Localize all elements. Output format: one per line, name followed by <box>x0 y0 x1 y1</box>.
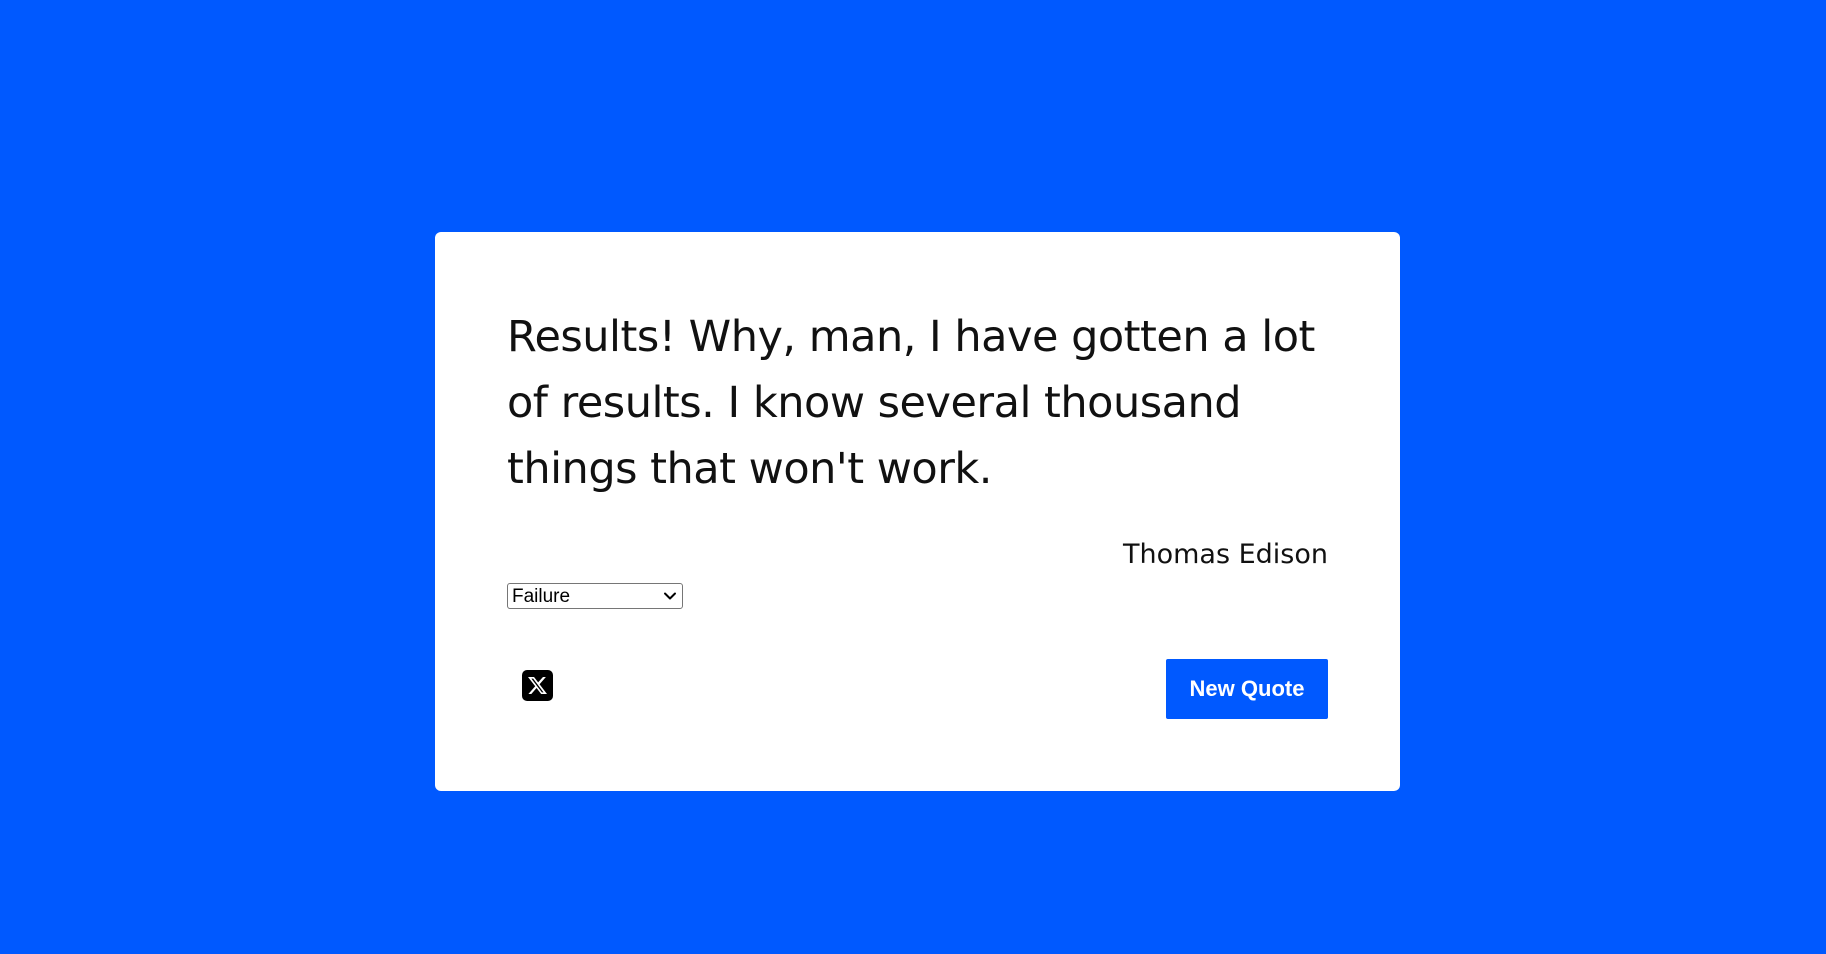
page-background: Results! Why, man, I have gotten a lot o… <box>0 0 1826 954</box>
x-logo-icon <box>528 676 547 695</box>
quote-text: Results! Why, man, I have gotten a lot o… <box>507 312 1315 494</box>
category-select[interactable]: Failure <box>507 583 683 609</box>
quote-author: Thomas Edison <box>1122 539 1328 570</box>
category-select-wrapper[interactable]: Failure <box>507 583 683 609</box>
tweet-quote-button[interactable] <box>522 670 553 701</box>
quote-card: Results! Why, man, I have gotten a lot o… <box>435 232 1400 791</box>
new-quote-button[interactable]: New Quote <box>1166 659 1328 719</box>
